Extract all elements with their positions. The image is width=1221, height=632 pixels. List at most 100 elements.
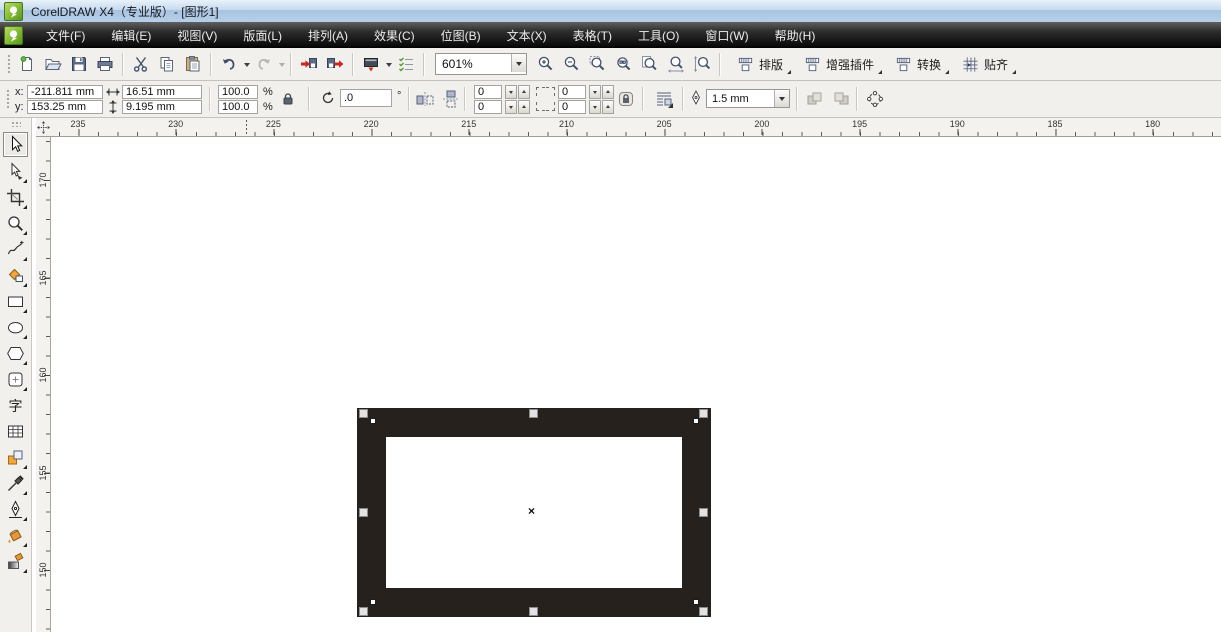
title-bar[interactable]: CorelDRAW X4（专业版）- [图形1] [0,0,1221,23]
mirror-vertical-icon[interactable] [440,88,462,110]
rectangle-corner-node[interactable] [370,418,376,424]
spinner[interactable] [504,100,530,114]
zoom-level-combo[interactable]: 601% [435,53,527,75]
outline-pen-tool-icon[interactable] [3,497,28,522]
crop-tool-icon[interactable] [3,185,28,210]
menu-file[interactable]: 文件(F) [33,22,98,48]
scale-horizontal-field[interactable]: 100.0 [218,85,258,99]
convert-to-curves-icon[interactable] [864,88,886,110]
vertical-ruler[interactable]: 170165160155150 [36,137,51,632]
rectangle-corner-node[interactable] [693,418,699,424]
drawing-canvas[interactable]: × [51,137,1221,632]
menu-tools[interactable]: 工具(O) [625,22,692,48]
interactive-fill-tool-icon[interactable] [3,549,28,574]
horizontal-ruler[interactable]: 235230225220215210205200195190185180 [51,118,1221,137]
freehand-tool-icon[interactable] [3,237,28,262]
rotation-angle-field[interactable]: .0 [340,89,392,107]
selection-handle[interactable] [359,508,368,517]
redo-icon[interactable] [252,52,276,76]
zoom-in-icon[interactable] [534,52,558,76]
basic-shapes-tool-icon[interactable] [3,367,28,392]
print-icon[interactable] [93,52,117,76]
cut-scissors-icon[interactable] [129,52,153,76]
docker-button-convert[interactable]: 转换 [890,54,950,75]
rectangle-corner-node[interactable] [370,599,376,605]
outline-width-combo[interactable]: 1.5 mm [706,89,790,108]
import-icon[interactable] [297,52,321,76]
spin-down-icon[interactable] [505,85,517,99]
menu-effects[interactable]: 效果(C) [361,22,428,48]
chevron-down-icon[interactable] [511,54,526,72]
y-position-field[interactable]: 153.25 mm [27,100,103,114]
x-position-field[interactable]: -211.811 mm [27,85,103,99]
zoom-tool-icon[interactable] [3,211,28,236]
docker-button-plugins[interactable]: 增强插件 [799,54,883,75]
interactive-blend-tool-icon[interactable] [3,445,28,470]
selection-handle[interactable] [699,409,708,418]
corner-radius-tr-field[interactable]: 0 [558,85,586,99]
spin-up-icon[interactable] [602,85,614,99]
scale-vertical-field[interactable]: 100.0 [218,100,258,114]
docker-button-layout[interactable]: 排版 [732,54,792,75]
undo-icon[interactable] [217,52,241,76]
selection-handle[interactable] [529,607,538,616]
propbar-grip[interactable] [5,88,10,110]
to-back-of-layer-icon[interactable] [831,88,853,110]
document-icon[interactable] [4,26,23,45]
eyedropper-tool-icon[interactable] [3,471,28,496]
rectangle-tool-icon[interactable] [3,289,28,314]
menu-edit[interactable]: 编辑(E) [98,22,164,48]
selection-handle[interactable] [359,607,368,616]
smart-fill-tool-icon[interactable] [3,263,28,288]
selection-handle[interactable] [529,409,538,418]
spin-up-icon[interactable] [602,100,614,114]
docker-button-snap[interactable]: 贴齐 [957,54,1017,75]
chevron-down-icon[interactable] [774,90,789,107]
lock-ratio-icon[interactable] [280,91,296,107]
spin-down-icon[interactable] [589,85,601,99]
mirror-horizontal-icon[interactable] [414,88,436,110]
object-height-field[interactable]: 9.195 mm [122,100,202,114]
text-tool-icon[interactable]: 字 [3,393,28,418]
menu-help[interactable]: 帮助(H) [762,22,829,48]
welcome-screen-icon[interactable] [394,52,418,76]
round-corners-together-icon[interactable] [616,89,636,109]
spin-up-icon[interactable] [518,85,530,99]
object-width-field[interactable]: 16.51 mm [122,85,202,99]
selection-handle[interactable] [359,409,368,418]
zoom-to-selection-icon[interactable] [586,52,610,76]
corner-radius-tl-field[interactable]: 0 [474,85,502,99]
polygon-tool-icon[interactable] [3,341,28,366]
spin-down-icon[interactable] [589,100,601,114]
menu-bitmaps[interactable]: 位图(B) [428,22,494,48]
rectangle-corner-node[interactable] [693,599,699,605]
fill-tool-icon[interactable] [3,523,28,548]
new-document-icon[interactable] [15,52,39,76]
wrap-paragraph-text-icon[interactable] [652,88,676,110]
spinner[interactable] [504,85,530,99]
menu-arrange[interactable]: 排列(A) [295,22,361,48]
menu-table[interactable]: 表格(T) [560,22,625,48]
undo-dropdown-icon[interactable] [242,52,251,76]
spinner[interactable] [588,100,614,114]
zoom-to-page-height-icon[interactable] [690,52,714,76]
zoom-out-icon[interactable] [560,52,584,76]
to-front-of-layer-icon[interactable] [804,88,826,110]
open-folder-icon[interactable] [41,52,65,76]
paste-icon[interactable] [181,52,205,76]
launcher-dropdown-icon[interactable] [384,52,393,76]
selection-handle[interactable] [699,508,708,517]
export-icon[interactable] [323,52,347,76]
menu-layout[interactable]: 版面(L) [230,22,295,48]
shape-tool-icon[interactable] [3,159,28,184]
copy-icon[interactable] [155,52,179,76]
application-launcher-icon[interactable] [359,52,383,76]
menu-view[interactable]: 视图(V) [164,22,230,48]
corner-radius-bl-field[interactable]: 0 [474,100,502,114]
spin-down-icon[interactable] [505,100,517,114]
zoom-to-page-width-icon[interactable] [664,52,688,76]
menu-window[interactable]: 窗口(W) [692,22,761,48]
zoom-to-page-icon[interactable] [638,52,662,76]
ruler-origin-icon[interactable] [36,118,51,137]
spin-up-icon[interactable] [518,100,530,114]
